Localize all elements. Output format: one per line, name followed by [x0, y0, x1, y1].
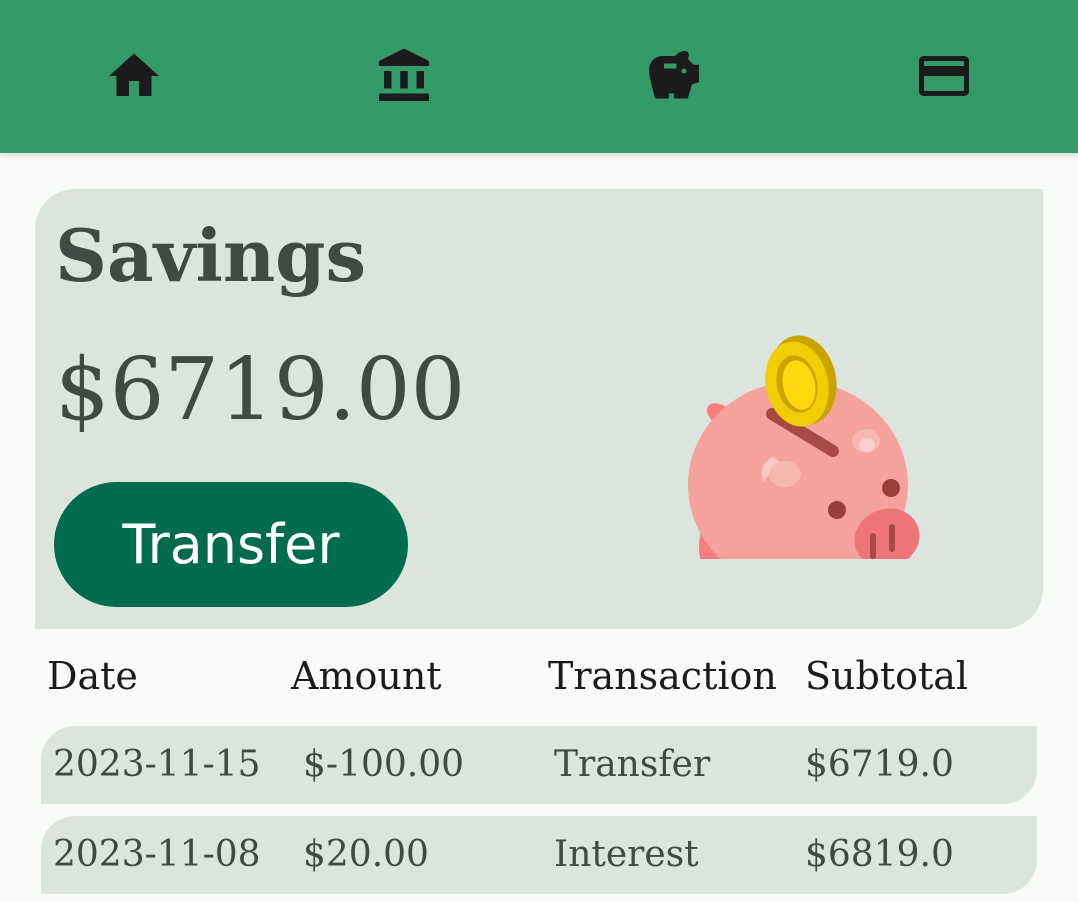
transaction-row: 2023-11-15 $-100.00 Transfer $6719.0	[41, 726, 1037, 804]
transaction-date: 2023-11-08	[53, 834, 261, 875]
transaction-type: Interest	[554, 834, 699, 875]
transaction-amount: $-100.00	[303, 744, 465, 785]
bank-icon	[379, 48, 429, 101]
column-header-subtotal: Subtotal	[805, 654, 969, 698]
transaction-subtotal: $6819.0	[805, 834, 954, 875]
savings-account-card: Savings $6719.00 Transfer	[35, 189, 1043, 629]
column-header-amount: Amount	[291, 654, 442, 698]
transactions-table-header: Date Amount Transaction Subtotal	[0, 653, 1078, 703]
column-header-date: Date	[47, 654, 138, 698]
credit-card-icon	[919, 56, 969, 96]
top-nav-bar	[0, 0, 1078, 153]
transaction-date: 2023-11-15	[53, 744, 261, 785]
transaction-row: 2023-11-08 $20.00 Interest $6819.0	[41, 816, 1037, 894]
home-icon	[109, 53, 159, 96]
nav-savings-button[interactable]	[634, 36, 714, 116]
account-title: Savings	[55, 213, 367, 298]
piggy-bank-illustration	[688, 335, 920, 559]
piggy-bank-icon	[649, 51, 699, 99]
transaction-type: Transfer	[554, 744, 711, 785]
transfer-button[interactable]: Transfer	[54, 482, 408, 607]
nav-bank-button[interactable]	[364, 36, 444, 116]
nav-home-button[interactable]	[94, 36, 174, 116]
column-header-transaction: Transaction	[548, 654, 777, 698]
nav-card-button[interactable]	[904, 36, 984, 116]
account-balance: $6719.00	[55, 340, 466, 440]
transaction-subtotal: $6719.0	[805, 744, 954, 785]
transaction-amount: $20.00	[303, 834, 429, 875]
